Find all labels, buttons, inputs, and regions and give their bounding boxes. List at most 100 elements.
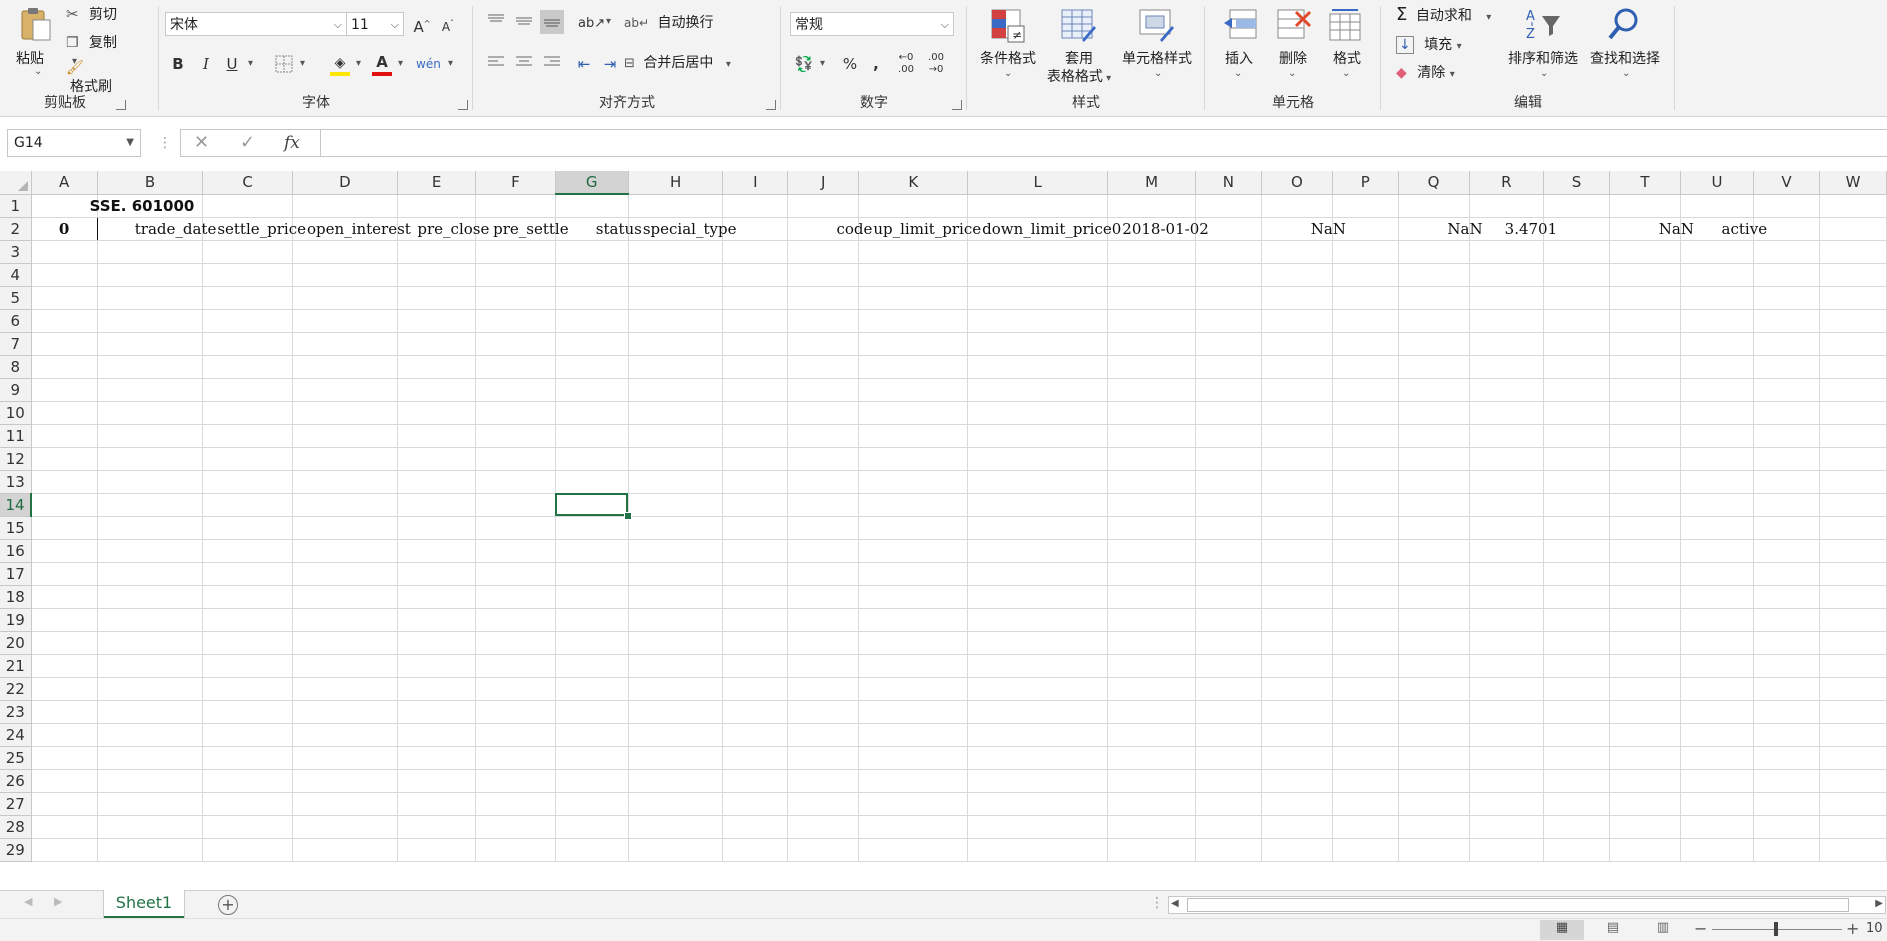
cell-d12[interactable] bbox=[292, 447, 398, 471]
cell-a22[interactable] bbox=[31, 677, 98, 701]
cell-r13[interactable] bbox=[1469, 470, 1545, 494]
cell-w6[interactable] bbox=[1819, 309, 1887, 333]
cell-l7[interactable] bbox=[967, 332, 1109, 356]
cell-t26[interactable] bbox=[1609, 769, 1681, 793]
cell-t4[interactable] bbox=[1609, 263, 1681, 287]
cell-g3[interactable] bbox=[555, 240, 629, 264]
cell-d5[interactable] bbox=[292, 286, 398, 310]
cell-o26[interactable] bbox=[1261, 769, 1333, 793]
cell-r21[interactable] bbox=[1469, 654, 1545, 678]
cell-e6[interactable] bbox=[397, 309, 477, 333]
cell-c19[interactable] bbox=[202, 608, 293, 632]
scroll-right-icon[interactable]: ▶ bbox=[54, 895, 62, 908]
cell-h1[interactable] bbox=[628, 194, 724, 218]
cell-h12[interactable] bbox=[628, 447, 724, 471]
cell-d10[interactable] bbox=[292, 401, 398, 425]
row-header-26[interactable]: 26 bbox=[0, 769, 32, 793]
cell-i4[interactable] bbox=[722, 263, 789, 287]
cell-m6[interactable] bbox=[1107, 309, 1196, 333]
cell-l11[interactable] bbox=[967, 424, 1109, 448]
cell-t23[interactable] bbox=[1609, 700, 1681, 724]
cell-e17[interactable] bbox=[397, 562, 477, 586]
cell-w28[interactable] bbox=[1819, 815, 1887, 839]
cell-j12[interactable] bbox=[787, 447, 860, 471]
cell-k28[interactable] bbox=[858, 815, 969, 839]
cell-g4[interactable] bbox=[555, 263, 629, 287]
cell-u24[interactable] bbox=[1680, 723, 1755, 747]
cell-o5[interactable] bbox=[1261, 286, 1333, 310]
cell-w7[interactable] bbox=[1819, 332, 1887, 356]
cell-g6[interactable] bbox=[555, 309, 629, 333]
cell-a7[interactable] bbox=[31, 332, 98, 356]
cell-h6[interactable] bbox=[628, 309, 724, 333]
cell-j25[interactable] bbox=[787, 746, 860, 770]
cell-c28[interactable] bbox=[202, 815, 293, 839]
cell-k26[interactable] bbox=[858, 769, 969, 793]
cell-c9[interactable] bbox=[202, 378, 293, 402]
cell-o14[interactable] bbox=[1261, 493, 1333, 517]
add-sheet-icon[interactable]: + bbox=[218, 895, 238, 915]
cell-p11[interactable] bbox=[1332, 424, 1399, 448]
cell-o21[interactable] bbox=[1261, 654, 1333, 678]
cell-p24[interactable] bbox=[1332, 723, 1399, 747]
cell-t14[interactable] bbox=[1609, 493, 1681, 517]
cell-d3[interactable] bbox=[292, 240, 398, 264]
cell-c29[interactable] bbox=[202, 838, 293, 862]
cell-r18[interactable] bbox=[1469, 585, 1545, 609]
row-header-24[interactable]: 24 bbox=[0, 723, 32, 747]
cell-v12[interactable] bbox=[1753, 447, 1820, 471]
cell-l23[interactable] bbox=[967, 700, 1109, 724]
cell-q11[interactable] bbox=[1398, 424, 1470, 448]
cell-h29[interactable] bbox=[628, 838, 724, 862]
cell-l3[interactable] bbox=[967, 240, 1109, 264]
cell-n11[interactable] bbox=[1195, 424, 1262, 448]
cell-p26[interactable] bbox=[1332, 769, 1399, 793]
cell-c24[interactable] bbox=[202, 723, 293, 747]
scroll-left-icon[interactable]: ◀ bbox=[24, 895, 32, 908]
cell-j1[interactable] bbox=[787, 194, 860, 218]
cell-g21[interactable] bbox=[555, 654, 629, 678]
cell-i12[interactable] bbox=[722, 447, 789, 471]
align-left-button[interactable] bbox=[484, 52, 508, 76]
cell-h19[interactable] bbox=[628, 608, 724, 632]
dialog-launcher-icon[interactable] bbox=[116, 100, 126, 110]
cell-i24[interactable] bbox=[722, 723, 789, 747]
cell-styles-button[interactable]: 单元格样式 ⌄ bbox=[1116, 6, 1198, 86]
cell-p6[interactable] bbox=[1332, 309, 1399, 333]
cell-p10[interactable] bbox=[1332, 401, 1399, 425]
row-header-15[interactable]: 15 bbox=[0, 516, 32, 540]
cell-p7[interactable] bbox=[1332, 332, 1399, 356]
row-header-5[interactable]: 5 bbox=[0, 286, 32, 310]
cell-f3[interactable] bbox=[475, 240, 556, 264]
cell-d11[interactable] bbox=[292, 424, 398, 448]
cell-p20[interactable] bbox=[1332, 631, 1399, 655]
cell-i26[interactable] bbox=[722, 769, 789, 793]
cell-u15[interactable] bbox=[1680, 516, 1755, 540]
cell-b24[interactable] bbox=[97, 723, 204, 747]
cell-m27[interactable] bbox=[1107, 792, 1196, 816]
cell-b7[interactable] bbox=[97, 332, 204, 356]
cell-q20[interactable] bbox=[1398, 631, 1470, 655]
cell-f5[interactable] bbox=[475, 286, 556, 310]
cell-w27[interactable] bbox=[1819, 792, 1887, 816]
cell-u22[interactable] bbox=[1680, 677, 1755, 701]
cell-u25[interactable] bbox=[1680, 746, 1755, 770]
cell-v17[interactable] bbox=[1753, 562, 1820, 586]
cell-c20[interactable] bbox=[202, 631, 293, 655]
cell-g7[interactable] bbox=[555, 332, 629, 356]
cell-a20[interactable] bbox=[31, 631, 98, 655]
cell-o19[interactable] bbox=[1261, 608, 1333, 632]
cell-j16[interactable] bbox=[787, 539, 860, 563]
column-header-a[interactable]: A bbox=[31, 171, 98, 195]
cell-j7[interactable] bbox=[787, 332, 860, 356]
cell-o25[interactable] bbox=[1261, 746, 1333, 770]
cell-v18[interactable] bbox=[1753, 585, 1820, 609]
cell-k16[interactable] bbox=[858, 539, 969, 563]
cell-g19[interactable] bbox=[555, 608, 629, 632]
cell-r6[interactable] bbox=[1469, 309, 1545, 333]
cell-k23[interactable] bbox=[858, 700, 969, 724]
cell-q14[interactable] bbox=[1398, 493, 1470, 517]
cell-r27[interactable] bbox=[1469, 792, 1545, 816]
cell-q12[interactable] bbox=[1398, 447, 1470, 471]
cell-n23[interactable] bbox=[1195, 700, 1262, 724]
